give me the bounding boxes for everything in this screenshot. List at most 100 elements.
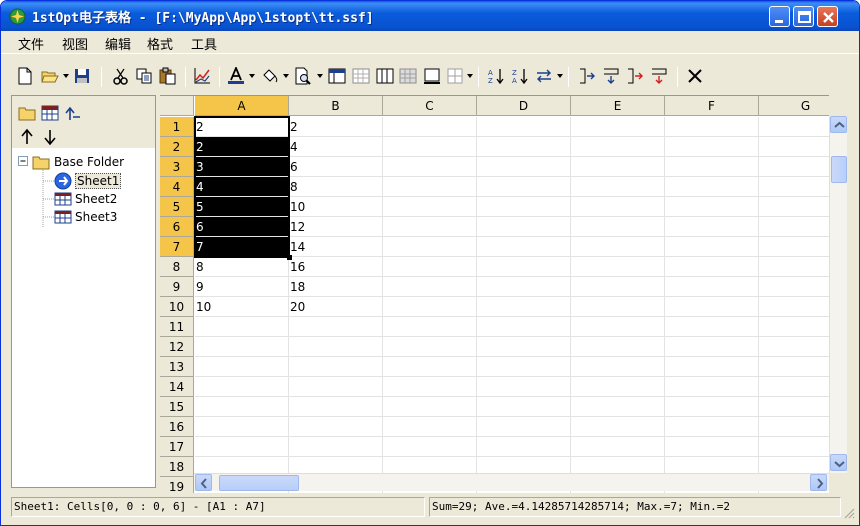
grid-cell[interactable] [571,137,665,157]
grid-cell[interactable] [759,317,829,337]
grid-cell[interactable] [759,417,829,437]
grid-cell[interactable] [665,417,759,437]
up-level-icon[interactable] [64,104,82,122]
grid-cell[interactable] [477,217,571,237]
grid-cell[interactable] [759,277,829,297]
scroll-up-button[interactable] [830,116,847,133]
bottom-border-icon[interactable] [423,67,441,85]
grid-cell[interactable] [477,277,571,297]
grid-cell[interactable]: 14 [289,237,383,257]
grid-cell[interactable] [383,337,477,357]
swap-icon[interactable] [535,67,553,85]
open-icon[interactable] [41,67,59,85]
grid-cell[interactable] [383,257,477,277]
move-down-icon[interactable] [41,128,59,146]
grid-cell[interactable] [195,317,289,337]
grid-cell[interactable] [759,117,829,137]
close-button[interactable] [817,6,838,27]
grid-cell[interactable] [571,397,665,417]
grid-cell[interactable] [665,117,759,137]
grid-cell[interactable] [665,177,759,197]
print-preview-icon[interactable] [294,67,312,85]
grid-cell[interactable] [477,117,571,137]
grid-cell[interactable] [383,117,477,137]
row-header[interactable]: 6 [160,217,194,237]
grid-cell[interactable] [383,137,477,157]
grid-cell[interactable] [665,277,759,297]
grid-cell[interactable] [665,257,759,277]
grid-cell[interactable] [759,137,829,157]
spreadsheet-grid[interactable]: A B C D E F G 1 2 2 2 2 4 3 3 6 4 4 8 5 5 10 6 6 12 7 7 14 8 8 16 9 9 18 1… [160,95,829,493]
grid-cell[interactable] [571,197,665,217]
grid-cell[interactable] [759,297,829,317]
column-header-f[interactable]: F [665,96,759,116]
print-preview-dropdown-icon[interactable] [317,74,323,78]
grid-cell[interactable] [571,257,665,277]
grid-cell[interactable] [665,397,759,417]
grid-cell[interactable]: 6 [289,157,383,177]
grid-cell[interactable] [665,237,759,257]
menu-file[interactable]: 文件 [18,34,44,53]
grid-cell[interactable]: 2 [289,117,383,137]
fill-color-icon[interactable] [261,67,279,85]
grid-cell[interactable]: 20 [289,297,383,317]
folder-icon[interactable] [18,104,36,122]
grid-cell[interactable] [383,217,477,237]
grid-cell[interactable]: 3 [195,157,289,177]
vertical-scrollbar[interactable] [829,116,847,473]
grid-cell[interactable] [289,397,383,417]
chart-icon[interactable] [193,67,211,85]
grid-cell[interactable] [477,237,571,257]
row-header[interactable]: 3 [160,157,194,177]
grid-cell[interactable] [665,197,759,217]
grid-cell[interactable] [477,417,571,437]
grid-cell[interactable]: 2 [195,137,289,157]
row-header[interactable]: 1 [160,117,194,137]
grid-cell[interactable] [195,417,289,437]
copy-icon[interactable] [135,67,153,85]
freeze-panes-icon[interactable] [328,67,346,85]
new-icon[interactable] [16,67,34,85]
grid-cell[interactable] [759,217,829,237]
grid-cell[interactable] [383,237,477,257]
paste-icon[interactable] [158,67,176,85]
grid-cell[interactable]: 4 [289,137,383,157]
row-header[interactable]: 12 [160,337,194,357]
grid-cell[interactable] [289,377,383,397]
sort-asc-icon[interactable]: AZ [487,67,505,85]
grid-cell[interactable] [477,137,571,157]
grid-cell[interactable] [477,257,571,277]
row-header[interactable]: 19 [160,477,194,493]
column-header-b[interactable]: B [289,96,383,116]
grid-cell[interactable] [571,297,665,317]
grid-cell[interactable] [195,397,289,417]
grid-cell[interactable] [759,177,829,197]
grid-cell[interactable] [759,357,829,377]
border-dropdown-icon[interactable] [467,74,473,78]
grid-cell[interactable] [383,157,477,177]
grid-cell[interactable] [289,337,383,357]
grid-cell[interactable] [759,257,829,277]
grid-cell[interactable]: 10 [289,197,383,217]
maximize-button[interactable] [793,6,814,27]
grid-cell[interactable] [571,177,665,197]
grid-cell[interactable] [759,337,829,357]
grid-cell[interactable] [383,377,477,397]
horizontal-scroll-thumb[interactable] [219,475,299,491]
grid-cell[interactable] [665,317,759,337]
grid-cell[interactable] [289,417,383,437]
row-header[interactable]: 7 [160,237,194,257]
vertical-scroll-thumb[interactable] [831,156,847,183]
title-bar[interactable]: 1stOpt电子表格 - [F:\MyApp\App\1stopt\tt.ssf… [1,1,859,31]
grid-cell[interactable] [665,357,759,377]
column-header-a[interactable]: A [195,96,289,116]
grid-cell[interactable] [759,197,829,217]
font-color-dropdown-icon[interactable] [249,74,255,78]
grid-cell[interactable] [289,317,383,337]
row-header[interactable]: 8 [160,257,194,277]
insert-column-icon[interactable] [578,67,596,85]
grid-cell[interactable] [477,337,571,357]
grid-cell[interactable] [383,197,477,217]
grid-cell[interactable]: 6 [195,217,289,237]
grid-cell[interactable] [383,177,477,197]
